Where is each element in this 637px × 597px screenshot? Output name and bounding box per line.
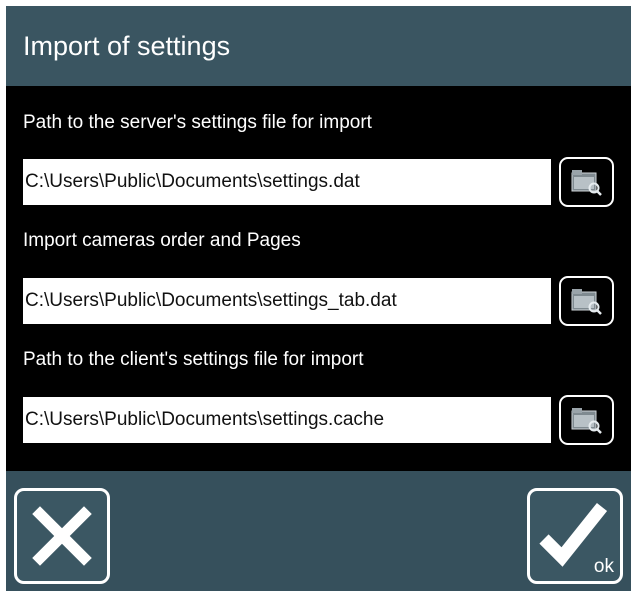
client-settings-browse-button[interactable] [559,395,614,445]
dialog-content: Path to the server's settings file for i… [6,86,631,471]
dialog-footer: ok [6,471,631,591]
import-settings-dialog: Import of settings Path to the server's … [6,6,631,591]
ok-button[interactable]: ok [527,488,623,584]
client-settings-path-input[interactable]: C:\Users\Public\Documents\settings.cache [23,397,551,443]
server-settings-browse-button[interactable] [559,157,614,207]
cameras-order-path-input[interactable]: C:\Users\Public\Documents\settings_tab.d… [23,278,551,324]
cameras-order-label: Import cameras order and Pages [23,230,301,251]
ok-label: ok [593,556,614,577]
close-icon [32,506,92,566]
client-settings-label: Path to the client's settings file for i… [23,349,364,370]
folder-search-icon [571,289,602,315]
folder-search-icon [571,170,602,196]
folder-search-icon [571,408,602,434]
cancel-button[interactable] [14,488,110,584]
server-settings-label: Path to the server's settings file for i… [23,112,372,133]
cameras-order-browse-button[interactable] [559,276,614,326]
server-settings-path-input[interactable]: C:\Users\Public\Documents\settings.dat [23,159,551,205]
dialog-title: Import of settings [6,6,631,86]
